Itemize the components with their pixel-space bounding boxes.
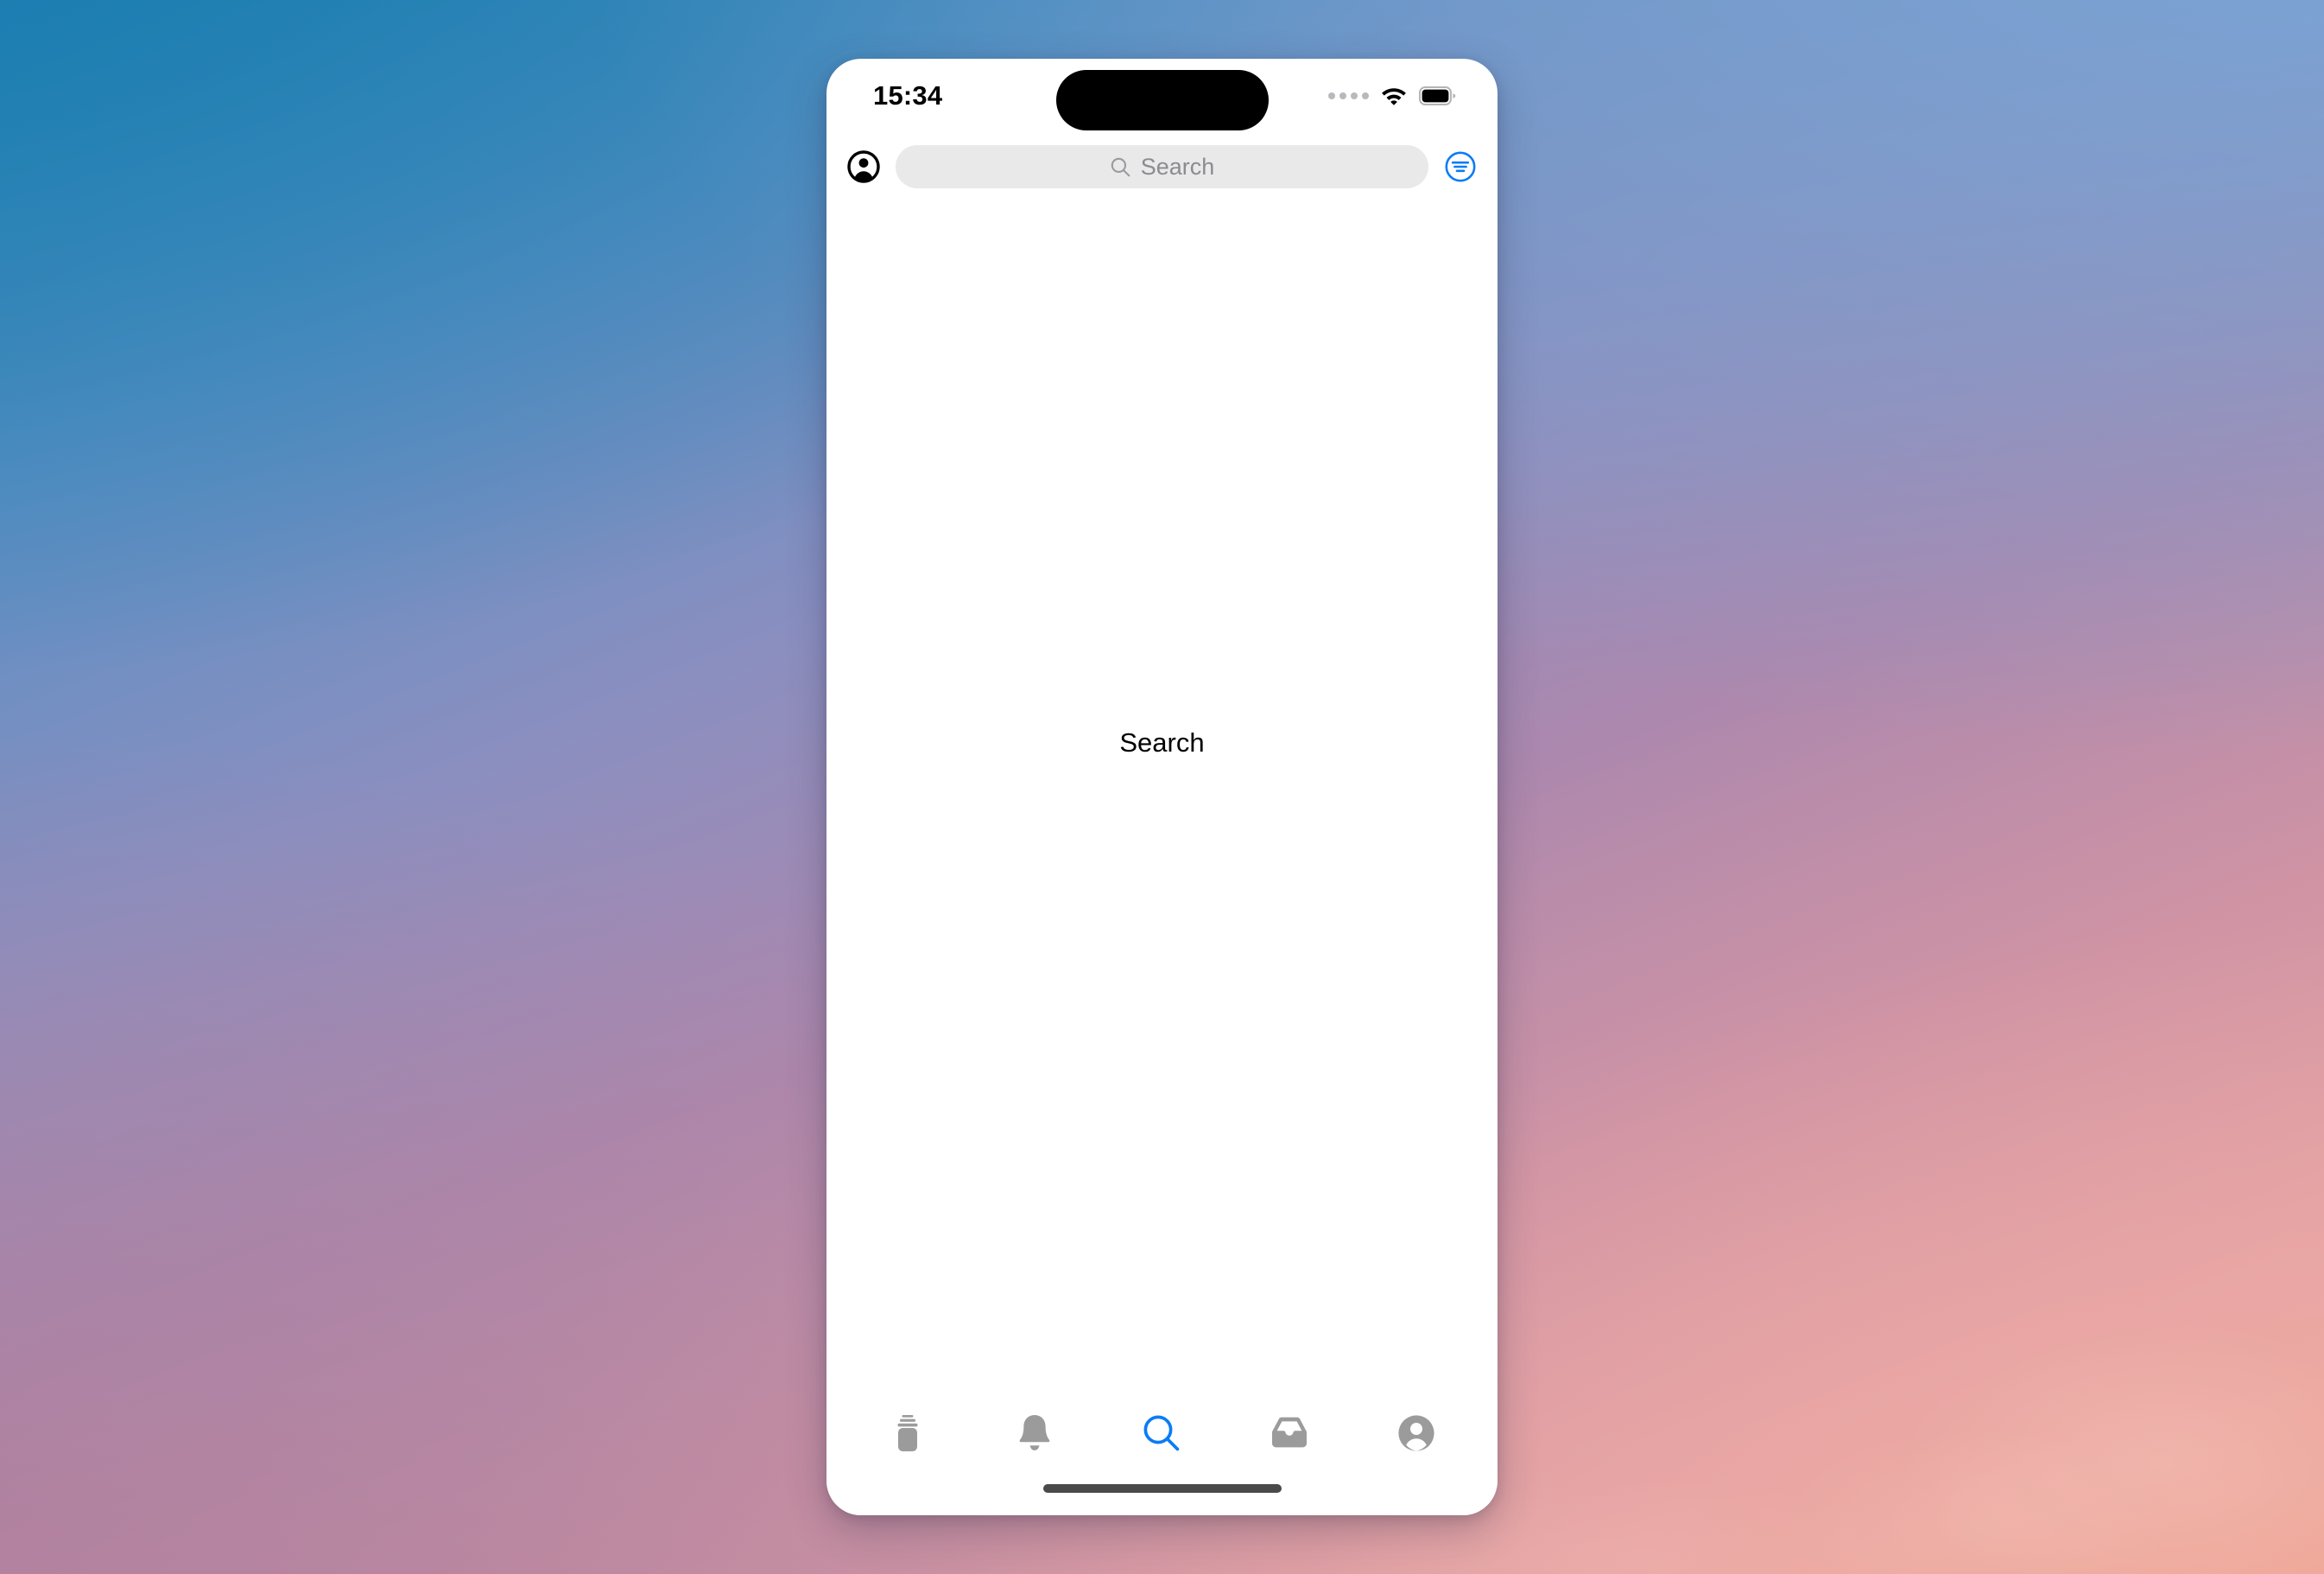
bell-icon: [1019, 1415, 1050, 1450]
filter-lines-circle-icon: [1445, 151, 1476, 182]
status-bar: 15:34: [826, 59, 1498, 133]
home-indicator[interactable]: [1042, 1484, 1282, 1493]
phone-frame: 15:34 Search Search: [826, 59, 1498, 1515]
filter-button[interactable]: [1442, 149, 1479, 185]
card-stack-icon: [897, 1415, 918, 1451]
tab-profile[interactable]: [1378, 1401, 1454, 1465]
search-icon: [1144, 1415, 1180, 1451]
status-time: 15:34: [873, 80, 943, 111]
tab-inbox[interactable]: [1251, 1401, 1327, 1465]
account-circle-button[interactable]: [845, 149, 882, 185]
tab-search[interactable]: [1124, 1401, 1200, 1465]
account-circle-icon: [847, 150, 880, 183]
status-indicators: [1328, 86, 1456, 106]
tab-stack[interactable]: [870, 1401, 946, 1465]
content-area: Search: [826, 200, 1498, 1382]
wifi-icon: [1382, 88, 1406, 105]
dynamic-island: [1055, 70, 1269, 130]
navigation-bar: Search: [826, 133, 1498, 200]
tab-notifications[interactable]: [997, 1401, 1073, 1465]
person-circle-icon: [1398, 1415, 1434, 1451]
search-icon: [1111, 157, 1130, 176]
battery-full-icon: [1419, 86, 1456, 105]
tab-bar: [826, 1382, 1498, 1484]
page-title: Search: [1119, 727, 1205, 758]
search-input-placeholder: Search: [1140, 153, 1215, 180]
cellular-dots-icon: [1328, 92, 1369, 99]
inbox-tray-icon: [1271, 1417, 1307, 1448]
search-input[interactable]: Search: [896, 145, 1428, 188]
home-indicator-area: [826, 1484, 1498, 1515]
